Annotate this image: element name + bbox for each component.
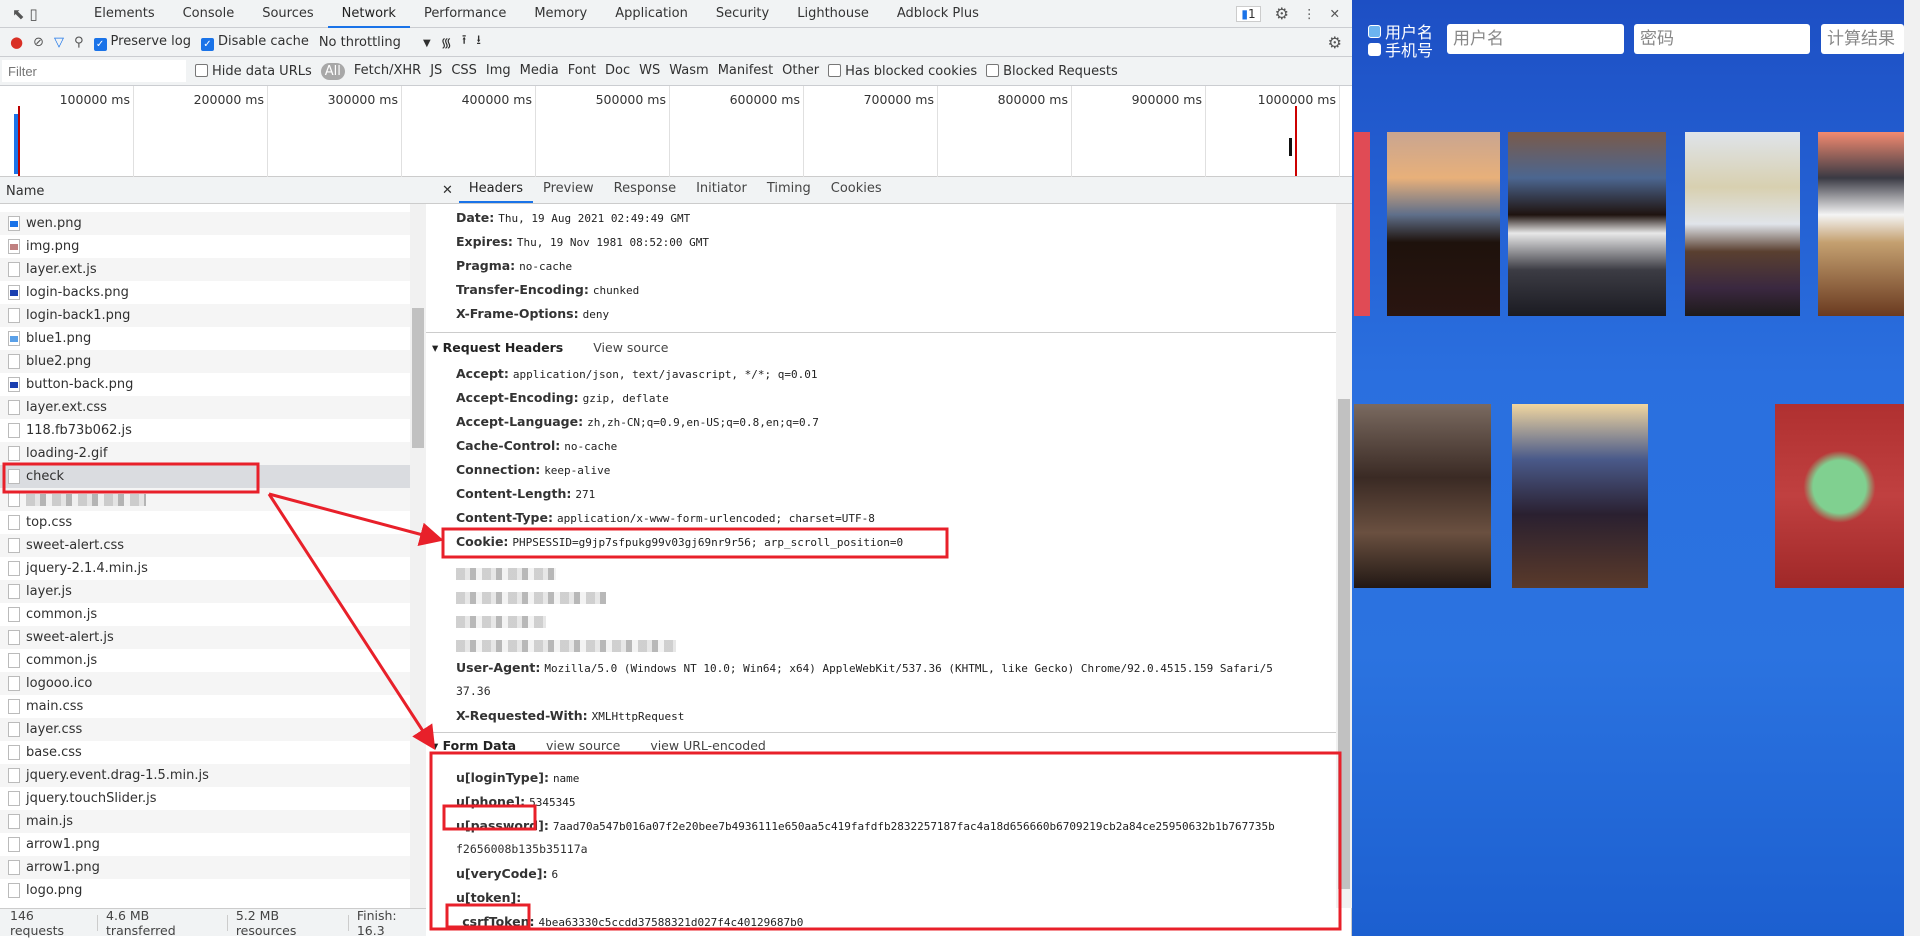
highlight-box-cookie <box>441 527 949 559</box>
highlight-box-check <box>2 462 260 494</box>
highlight-box-csrf <box>445 903 531 929</box>
highlight-box-password <box>442 804 537 831</box>
annotation-overlay <box>2 462 1342 931</box>
highlight-box-form-data <box>429 751 1342 931</box>
